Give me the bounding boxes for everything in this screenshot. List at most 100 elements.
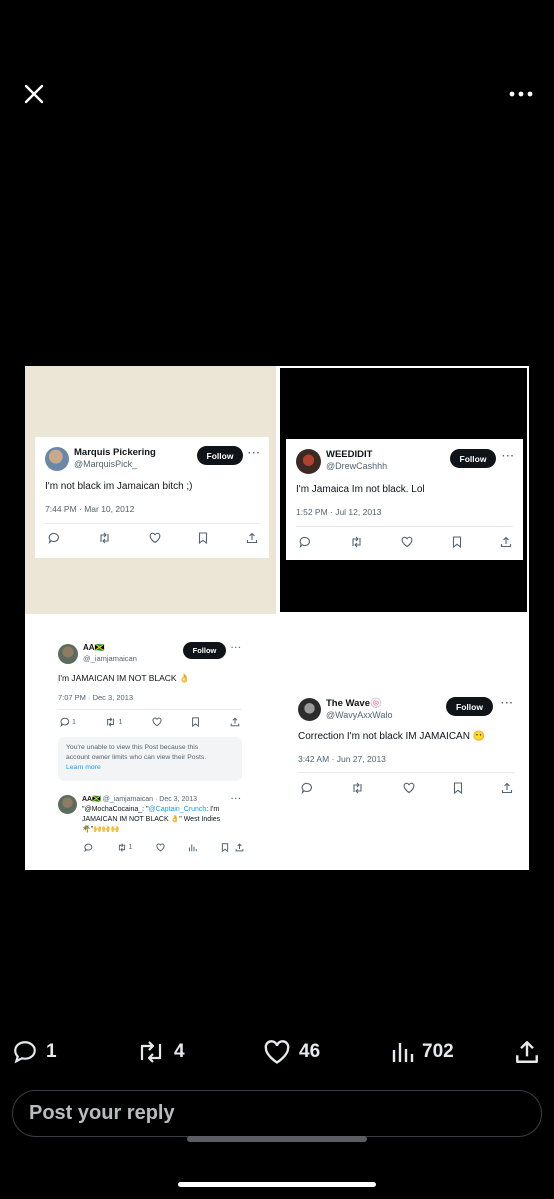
collage-panel-bottom-left: AA🇯🇲 @_iamjamaican Follow ··· I'm JAMAIC…: [25, 616, 276, 870]
avatar: [298, 698, 321, 721]
like-icon: [156, 843, 165, 852]
views-button[interactable]: 702: [392, 1032, 454, 1072]
views-count: 702: [422, 1041, 454, 1062]
display-name: Marquis Pickering: [74, 447, 156, 458]
repost-icon: [353, 782, 362, 794]
reply-icon: [14, 1041, 36, 1064]
more-icon: ···: [501, 698, 514, 709]
reply-text-line: 🌴"🙌🙌🙌: [82, 826, 120, 833]
handle: @WavyAxxWalo: [326, 710, 393, 720]
reply-icon: [301, 782, 312, 794]
like-count: 46: [299, 1041, 321, 1062]
repost-count: 4: [174, 1041, 185, 1062]
timestamp: 3:42 AM · Jun 27, 2013: [298, 754, 386, 764]
repost-icon: [351, 536, 361, 548]
repost-icon: [140, 1041, 162, 1063]
reply-text-part: : I'm: [206, 806, 220, 813]
mention-link: @Captain_Crunch: [148, 806, 207, 813]
timestamp: 7:44 PM · Mar 10, 2012: [45, 504, 135, 514]
tweet-actions: 1 1: [60, 717, 240, 727]
bookmark-icon: [452, 536, 461, 548]
tweet-card: Marquis Pickering @MarquisPick_ Follow ·…: [35, 437, 269, 558]
bookmark-icon: [453, 782, 462, 794]
avatar: [58, 795, 77, 814]
divider: [298, 772, 514, 773]
follow-button: Follow: [183, 642, 226, 659]
reply-header: AA🇯🇲 @_iamjamaican · Dec 3, 2013: [82, 795, 197, 803]
tweet-card: The Wave🍥 @WavyAxxWalo Follow ··· Correc…: [286, 686, 526, 806]
views-icon: [392, 1043, 414, 1062]
restricted-post-notice: You're unable to view this Post because …: [58, 737, 242, 781]
post-actions-bar: 1 4 46 702: [0, 1032, 554, 1072]
handle: @MarquisPick_: [74, 459, 138, 469]
follow-button: Follow: [450, 449, 496, 468]
tweet-text: I'm Jamaica Im not black. Lol: [296, 484, 425, 495]
follow-button: Follow: [446, 697, 493, 716]
divider: [45, 523, 259, 524]
reply-placeholder: Post your reply: [29, 1102, 175, 1124]
repost-count: 1: [128, 844, 133, 851]
handle: @DrewCashhh: [326, 461, 388, 471]
reply-button[interactable]: 1: [12, 1032, 57, 1072]
divider: [58, 709, 242, 710]
reply-icon: [48, 532, 59, 544]
more-icon: ···: [248, 448, 261, 459]
repost-icon: [118, 843, 125, 852]
share-icon: [501, 782, 513, 794]
more-icon: ···: [231, 643, 242, 652]
handle: @_iamjamaican: [83, 654, 137, 663]
more-options-button[interactable]: [502, 76, 540, 112]
share-icon: [516, 1041, 538, 1063]
notice-line: account owner limits who can view their …: [66, 754, 207, 761]
bookmark-icon: [192, 717, 200, 727]
share-icon: [235, 843, 244, 852]
display-name: WEEDIDIT: [326, 449, 373, 460]
post-image[interactable]: Marquis Pickering @MarquisPick_ Follow ·…: [25, 366, 529, 870]
tweet-actions: [48, 532, 258, 544]
follow-button: Follow: [197, 446, 243, 465]
repost-button[interactable]: 4: [136, 1032, 185, 1072]
display-name: AA🇯🇲: [83, 643, 105, 652]
scroll-indicator: [187, 1136, 367, 1142]
like-icon: [149, 532, 160, 544]
reply-count: 1: [46, 1041, 57, 1062]
reply-count: 1: [72, 718, 76, 726]
reply-input[interactable]: Post your reply: [12, 1090, 542, 1137]
bookmark-icon: [221, 843, 229, 852]
like-icon: [401, 536, 413, 548]
reply-text-line: JAMAICAN IM NOT BLACK 👌" West Indies: [82, 816, 221, 823]
like-icon: [264, 1040, 290, 1064]
share-icon: [230, 717, 240, 727]
reply-icon: [84, 843, 93, 852]
tweet-actions: [299, 536, 512, 548]
reply-icon: [60, 717, 70, 727]
reply-text-part: "@MochaCocaina_: ": [82, 806, 149, 813]
tweet-card: WEEDIDIT @DrewCashhh Follow ··· I'm Jama…: [286, 439, 523, 560]
tweet-card: AA🇯🇲 @_iamjamaican Follow ··· I'm JAMAIC…: [50, 632, 250, 860]
bookmark-icon: [199, 532, 208, 544]
tweet-text: Correction I'm not black IM JAMAICAN 😶: [298, 731, 486, 742]
tweet-actions: [301, 782, 513, 794]
close-button[interactable]: [16, 76, 52, 112]
display-name: AA🇯🇲: [82, 796, 101, 803]
collage-panel-bottom-right: The Wave🍥 @WavyAxxWalo Follow ··· Correc…: [278, 616, 529, 870]
divider: [296, 526, 513, 527]
views-icon: [189, 844, 198, 852]
reply-text: "@MochaCocaina_: "@Captain_Crunch: I'm J…: [82, 805, 220, 835]
share-icon: [500, 536, 512, 548]
learn-more-link: Learn more: [66, 764, 101, 771]
share-button[interactable]: [514, 1032, 540, 1072]
repost-icon: [107, 717, 115, 727]
tweet-text: I'm JAMAICAN IM NOT BLACK 👌: [58, 673, 190, 683]
collage-panel-top-left: Marquis Pickering @MarquisPick_ Follow ·…: [25, 366, 276, 614]
more-icon: ···: [502, 451, 515, 462]
repost-icon: [100, 532, 109, 544]
like-button[interactable]: 46: [263, 1032, 320, 1072]
collage-panel-top-right: WEEDIDIT @DrewCashhh Follow ··· I'm Jama…: [278, 366, 529, 614]
display-name: The Wave🍥: [326, 698, 382, 709]
notice-line: You're unable to view this Post because …: [66, 744, 199, 751]
reply-icon: [299, 536, 310, 548]
share-icon: [246, 532, 258, 544]
more-horizontal-icon: [509, 91, 533, 97]
repost-count: 1: [118, 718, 123, 726]
